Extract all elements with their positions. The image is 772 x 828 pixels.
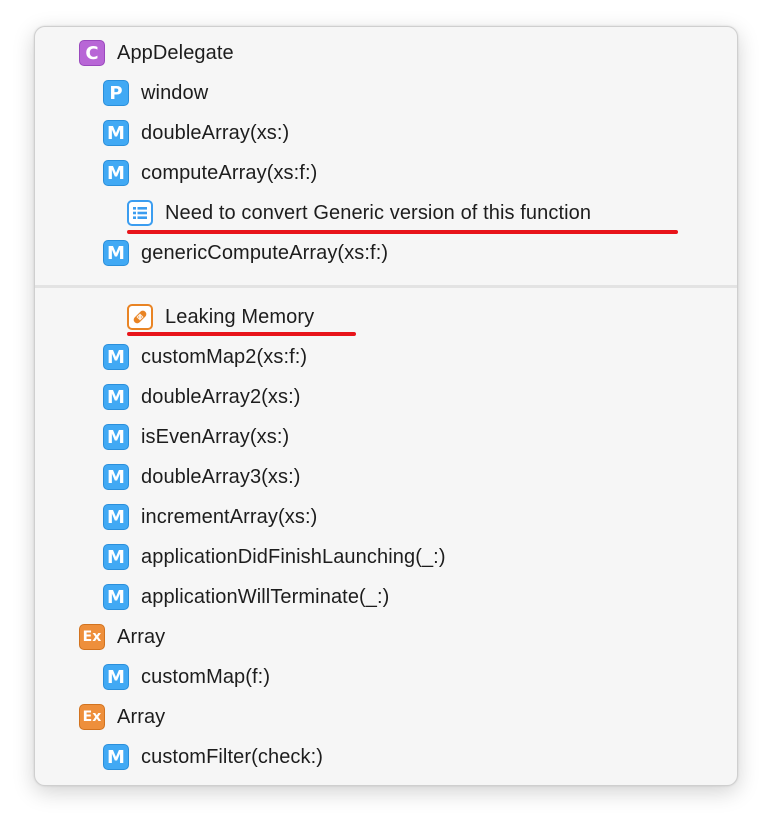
- symbol-row-method-doublearray3[interactable]: M doubleArray3(xs:): [103, 457, 301, 497]
- method-icon: M: [103, 424, 129, 450]
- symbol-label: genericComputeArray(xs:f:): [141, 241, 389, 264]
- symbol-row-property-window[interactable]: P window: [103, 73, 208, 113]
- extension-icon: Ex: [79, 624, 105, 650]
- symbol-label: window: [141, 81, 209, 104]
- method-icon: M: [103, 160, 129, 186]
- method-icon: M: [103, 664, 129, 690]
- symbol-row-method-customfilter[interactable]: M customFilter(check:): [103, 737, 323, 777]
- symbol-row-method-incrementarray[interactable]: M incrementArray(xs:): [103, 497, 317, 537]
- symbol-row-method-doublearray[interactable]: M doubleArray(xs:): [103, 113, 289, 153]
- property-icon: P: [103, 80, 129, 106]
- symbol-row-method-doublearray2[interactable]: M doubleArray2(xs:): [103, 377, 301, 417]
- symbol-row-mark-comment[interactable]: Need to convert Generic version of this …: [127, 193, 591, 233]
- symbol-row-fixme-leaking-memory[interactable]: Leaking Memory: [127, 297, 314, 337]
- symbol-row-method-genericcomputearray[interactable]: M genericComputeArray(xs:f:): [103, 233, 388, 273]
- symbol-label: doubleArray3(xs:): [141, 465, 301, 488]
- symbol-row-extension-array[interactable]: Ex Array: [79, 697, 165, 737]
- method-icon: M: [103, 744, 129, 770]
- symbol-label: customFilter(check:): [141, 745, 324, 768]
- symbol-label: incrementArray(xs:): [141, 505, 318, 528]
- symbol-label: computeArray(xs:f:): [141, 161, 318, 184]
- symbol-row-method-custommap[interactable]: M customMap(f:): [103, 657, 270, 697]
- method-icon: M: [103, 344, 129, 370]
- symbol-label: isEvenArray(xs:): [141, 425, 290, 448]
- symbol-label: Array: [117, 705, 166, 728]
- method-icon: M: [103, 584, 129, 610]
- symbol-row-extension-array[interactable]: Ex Array: [79, 617, 165, 657]
- symbol-row-method-computearray[interactable]: M computeArray(xs:f:): [103, 153, 317, 193]
- bandage-fixme-icon: [127, 304, 153, 330]
- method-icon: M: [103, 240, 129, 266]
- symbol-label: AppDelegate: [117, 41, 234, 64]
- list-mark-icon: [127, 200, 153, 226]
- method-icon: M: [103, 504, 129, 530]
- annotation-underline: [127, 332, 356, 336]
- symbol-label: Leaking Memory: [165, 305, 315, 328]
- symbol-row-method-isevenarray[interactable]: M isEvenArray(xs:): [103, 417, 289, 457]
- symbol-label: Need to convert Generic version of this …: [165, 201, 592, 224]
- symbol-row-method-applicationdidfinishlaunching[interactable]: M applicationDidFinishLaunching(_:): [103, 537, 446, 577]
- method-icon: M: [103, 384, 129, 410]
- extension-icon: Ex: [79, 704, 105, 730]
- class-icon: C: [79, 40, 105, 66]
- symbol-label: applicationDidFinishLaunching(_:): [141, 545, 446, 568]
- section-divider: [35, 285, 737, 288]
- symbol-label: Array: [117, 625, 166, 648]
- symbol-navigator-popup: C AppDelegate P window M doubleArray(xs:…: [34, 26, 738, 786]
- symbol-row-class-appdelegate[interactable]: C AppDelegate: [79, 33, 234, 73]
- symbol-label: doubleArray2(xs:): [141, 385, 301, 408]
- symbol-label: customMap(f:): [141, 665, 271, 688]
- symbol-label: applicationWillTerminate(_:): [141, 585, 390, 608]
- symbol-row-method-applicationwillterminate[interactable]: M applicationWillTerminate(_:): [103, 577, 389, 617]
- symbol-row-method-custommap2[interactable]: M customMap2(xs:f:): [103, 337, 307, 377]
- symbol-label: doubleArray(xs:): [141, 121, 290, 144]
- method-icon: M: [103, 120, 129, 146]
- method-icon: M: [103, 464, 129, 490]
- symbol-label: customMap2(xs:f:): [141, 345, 308, 368]
- method-icon: M: [103, 544, 129, 570]
